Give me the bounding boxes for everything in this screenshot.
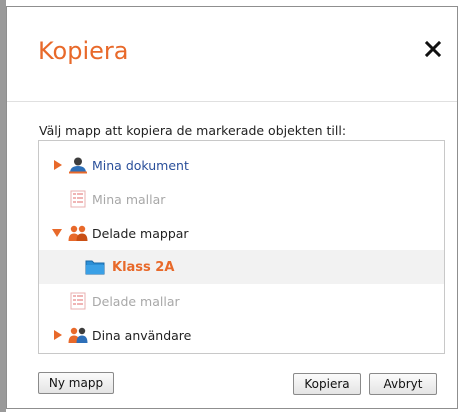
- dialog-title: Kopiera: [38, 37, 129, 65]
- instruction-text: Välj mapp att kopiera de markerade objek…: [39, 123, 347, 138]
- group-icon: [68, 327, 88, 343]
- folder-tree: Mina dokument Mina mallar Delade mappar …: [38, 140, 445, 354]
- copy-dialog: Kopiera Välj mapp att kopiera de markera…: [6, 6, 458, 409]
- expand-arrow-icon[interactable]: [53, 159, 63, 171]
- close-button[interactable]: [423, 39, 443, 59]
- group-icon: [68, 225, 88, 241]
- dialog-header: Kopiera: [7, 7, 457, 102]
- new-folder-button[interactable]: Ny mapp: [38, 372, 114, 394]
- tree-item-delade-mappar[interactable]: Delade mappar: [39, 216, 444, 250]
- folder-icon: [85, 260, 105, 275]
- expand-arrow-icon[interactable]: [53, 329, 63, 341]
- tree-item-mina-dokument[interactable]: Mina dokument: [39, 148, 444, 182]
- collapse-arrow-icon[interactable]: [51, 228, 63, 238]
- tree-item-mina-mallar: Mina mallar: [39, 182, 444, 216]
- tree-item-label: Mina dokument: [92, 157, 189, 173]
- user-icon: [69, 157, 87, 174]
- tree-item-label: Dina användare: [92, 327, 192, 343]
- close-icon: [424, 40, 442, 58]
- tree-item-label: Delade mallar: [92, 293, 180, 309]
- tree-item-dina-anvandare[interactable]: Dina användare: [39, 318, 444, 352]
- tree-item-klass-2a[interactable]: Klass 2A: [39, 250, 444, 284]
- template-icon: [70, 190, 86, 208]
- tree-item-label: Delade mappar: [92, 225, 189, 241]
- copy-button[interactable]: Kopiera: [293, 373, 361, 395]
- tree-item-delade-mallar: Delade mallar: [39, 284, 444, 318]
- tree-item-label: Klass 2A: [112, 259, 175, 275]
- cancel-button[interactable]: Avbryt: [369, 373, 437, 395]
- template-icon: [70, 292, 86, 310]
- tree-item-label: Mina mallar: [92, 191, 166, 207]
